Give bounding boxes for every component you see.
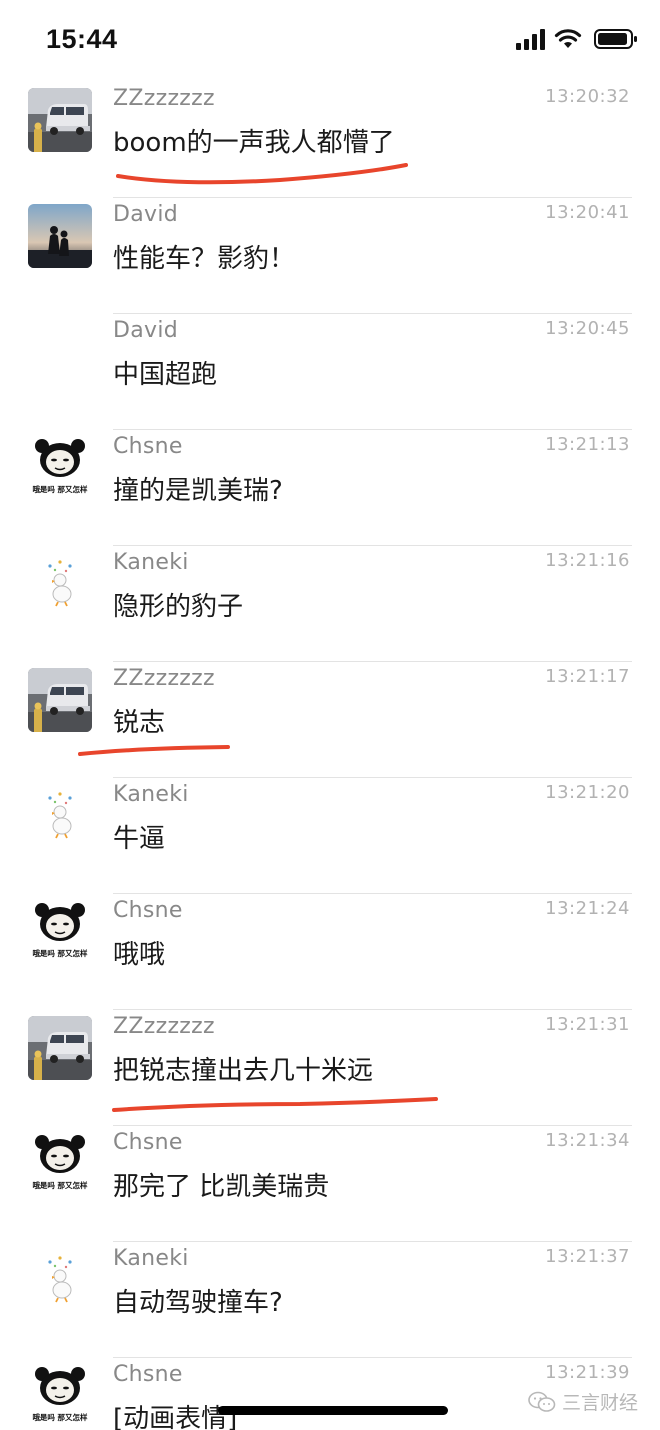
chat-message[interactable]: 哦是吗 那又怎样 Chsne 13:21:24 哦哦 (0, 894, 660, 1010)
chat-message-list[interactable]: ZZzzzzzz 13:20:32 boom的一声我人都懵了 David 13:… (0, 80, 660, 1430)
message-text: 牛逼 (113, 824, 166, 854)
message-timestamp: 13:21:39 (545, 1362, 630, 1383)
sender-name[interactable]: ZZzzzzzz (113, 1014, 215, 1039)
panda-meme-avatar[interactable]: 哦是吗 那又怎样 (28, 1132, 92, 1196)
message-timestamp: 13:20:41 (545, 202, 630, 223)
message-timestamp: 13:21:31 (545, 1014, 630, 1035)
duck-avatar[interactable] (28, 784, 92, 848)
message-text: 锐志 (113, 708, 166, 738)
couple-sunset-avatar[interactable] (28, 204, 92, 268)
sender-name[interactable]: David (113, 318, 178, 343)
message-timestamp: 13:21:13 (545, 434, 630, 455)
message-text: 撞的是凯美瑞? (113, 476, 283, 506)
watermark: 三言财经 (528, 1388, 638, 1415)
chat-message[interactable]: Kaneki 13:21:20 牛逼 (0, 778, 660, 894)
cellular-signal-icon (516, 29, 545, 50)
van-avatar[interactable] (28, 1016, 92, 1080)
chat-message[interactable]: ZZzzzzzz 13:21:31 把锐志撞出去几十米远 (0, 1010, 660, 1126)
message-text: boom的一声我人都懵了 (113, 128, 395, 158)
status-bar: 15:44 (0, 0, 660, 80)
message-text: 隐形的豹子 (113, 592, 244, 622)
message-text: [动画表情] (113, 1404, 238, 1430)
sender-name[interactable]: Chsne (113, 898, 183, 923)
sender-name[interactable]: Kaneki (113, 550, 189, 575)
message-timestamp: 13:21:16 (545, 550, 630, 571)
message-timestamp: 13:20:45 (545, 318, 630, 339)
sender-name[interactable]: Kaneki (113, 1246, 189, 1271)
svg-text:哦是吗 那又怎样: 哦是吗 那又怎样 (32, 1180, 88, 1190)
svg-text:哦是吗 那又怎样: 哦是吗 那又怎样 (32, 1412, 88, 1422)
sender-name[interactable]: ZZzzzzzz (113, 86, 215, 111)
svg-text:哦是吗 那又怎样: 哦是吗 那又怎样 (32, 948, 88, 958)
duck-avatar[interactable] (28, 552, 92, 616)
panda-meme-avatar[interactable]: 哦是吗 那又怎样 (28, 900, 92, 964)
sender-name[interactable]: Chsne (113, 434, 183, 459)
message-text: 哦哦 (113, 940, 166, 970)
wechat-logo-icon (528, 1391, 556, 1412)
chat-message[interactable]: David 13:20:45 中国超跑 (0, 314, 660, 430)
van-avatar[interactable] (28, 88, 92, 152)
chat-message[interactable]: David 13:20:41 性能车？影豹！ (0, 198, 660, 314)
message-text: 中国超跑 (113, 360, 218, 390)
chat-message[interactable]: ZZzzzzzz 13:21:17 锐志 (0, 662, 660, 778)
message-timestamp: 13:21:24 (545, 898, 630, 919)
sender-name[interactable]: ZZzzzzzz (113, 666, 215, 691)
duck-avatar[interactable] (28, 1248, 92, 1312)
message-timestamp: 13:21:34 (545, 1130, 630, 1151)
panda-meme-avatar[interactable]: 哦是吗 那又怎样 (28, 436, 92, 500)
panda-meme-avatar[interactable]: 哦是吗 那又怎样 (28, 1364, 92, 1428)
van-avatar[interactable] (28, 668, 92, 732)
sender-name[interactable]: Chsne (113, 1362, 183, 1387)
status-time: 15:44 (46, 24, 118, 54)
message-timestamp: 13:20:32 (545, 86, 630, 107)
watermark-text: 三言财经 (561, 1392, 638, 1414)
message-text: 把锐志撞出去几十米远 (113, 1056, 374, 1086)
sender-name[interactable]: David (113, 202, 178, 227)
chat-message[interactable]: 哦是吗 那又怎样 Chsne 13:21:13 撞的是凯美瑞? (0, 430, 660, 546)
svg-text:哦是吗 那又怎样: 哦是吗 那又怎样 (32, 484, 88, 494)
message-text: 那完了 比凯美瑞贵 (113, 1172, 330, 1202)
home-indicator[interactable] (218, 1406, 448, 1415)
battery-icon (594, 29, 637, 49)
message-timestamp: 13:21:37 (545, 1246, 630, 1267)
message-text: 性能车？影豹！ (113, 244, 296, 274)
sender-name[interactable]: Chsne (113, 1130, 183, 1155)
chat-message[interactable]: Kaneki 13:21:16 隐形的豹子 (0, 546, 660, 662)
message-timestamp: 13:21:17 (545, 666, 630, 687)
message-timestamp: 13:21:20 (545, 782, 630, 803)
message-text: 自动驾驶撞车? (113, 1288, 283, 1318)
chat-message[interactable]: Kaneki 13:21:37 自动驾驶撞车? (0, 1242, 660, 1358)
chat-message[interactable]: 哦是吗 那又怎样 Chsne 13:21:34 那完了 比凯美瑞贵 (0, 1126, 660, 1242)
chat-message[interactable]: ZZzzzzzz 13:20:32 boom的一声我人都懵了 (0, 82, 660, 198)
sender-name[interactable]: Kaneki (113, 782, 189, 807)
wifi-icon (554, 29, 582, 48)
